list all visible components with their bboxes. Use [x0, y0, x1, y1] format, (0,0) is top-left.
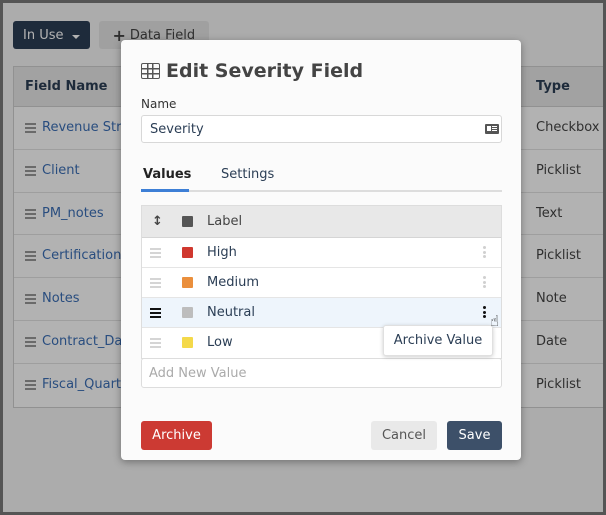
- value-context-menu: Archive Value: [383, 325, 493, 356]
- color-swatch[interactable]: [182, 247, 193, 258]
- edit-field-modal: Edit Severity Field Name Values Settings…: [121, 40, 521, 460]
- archive-button[interactable]: Archive: [141, 421, 212, 450]
- id-card-icon[interactable]: [485, 124, 499, 134]
- value-row[interactable]: Medium: [142, 268, 501, 298]
- cancel-button[interactable]: Cancel: [371, 421, 437, 450]
- value-label: Low: [207, 335, 233, 350]
- save-button[interactable]: Save: [447, 421, 502, 450]
- value-label: High: [207, 245, 237, 260]
- active-tab-indicator: [141, 189, 189, 192]
- drag-handle-icon[interactable]: [150, 338, 161, 350]
- tab-values[interactable]: Values: [143, 167, 191, 182]
- sort-arrows-icon[interactable]: ↕: [152, 214, 163, 229]
- more-options-icon[interactable]: [483, 306, 486, 320]
- value-row[interactable]: Neutral: [142, 298, 501, 328]
- value-label: Medium: [207, 275, 259, 290]
- color-swatch[interactable]: [182, 337, 193, 348]
- drag-handle-icon[interactable]: [150, 278, 161, 290]
- modal-tabs: Values Settings: [141, 161, 502, 192]
- values-table-header: ↕ Label: [142, 206, 501, 238]
- modal-title: Edit Severity Field: [141, 60, 363, 82]
- value-label: Neutral: [207, 305, 255, 320]
- hand-pointer-cursor-icon: ☝: [490, 312, 500, 330]
- table-grid-icon: [141, 63, 160, 79]
- color-swatch[interactable]: [182, 307, 193, 318]
- more-options-icon[interactable]: [483, 276, 486, 290]
- app-frame: In Use + Data Field Field Name Type Reve…: [3, 3, 603, 512]
- name-label: Name: [141, 97, 177, 111]
- drag-handle-icon[interactable]: [150, 308, 161, 320]
- archive-value-menu-item[interactable]: Archive Value: [394, 333, 482, 348]
- tab-settings[interactable]: Settings: [221, 167, 274, 182]
- color-column-icon: [182, 216, 193, 227]
- name-input[interactable]: [141, 115, 502, 143]
- more-options-icon[interactable]: [483, 246, 486, 260]
- color-swatch[interactable]: [182, 277, 193, 288]
- label-column-header: Label: [207, 214, 243, 229]
- add-new-value-input[interactable]: [141, 358, 502, 388]
- modal-title-text: Edit Severity Field: [166, 60, 364, 82]
- drag-handle-icon[interactable]: [150, 248, 161, 260]
- value-row[interactable]: High: [142, 238, 501, 268]
